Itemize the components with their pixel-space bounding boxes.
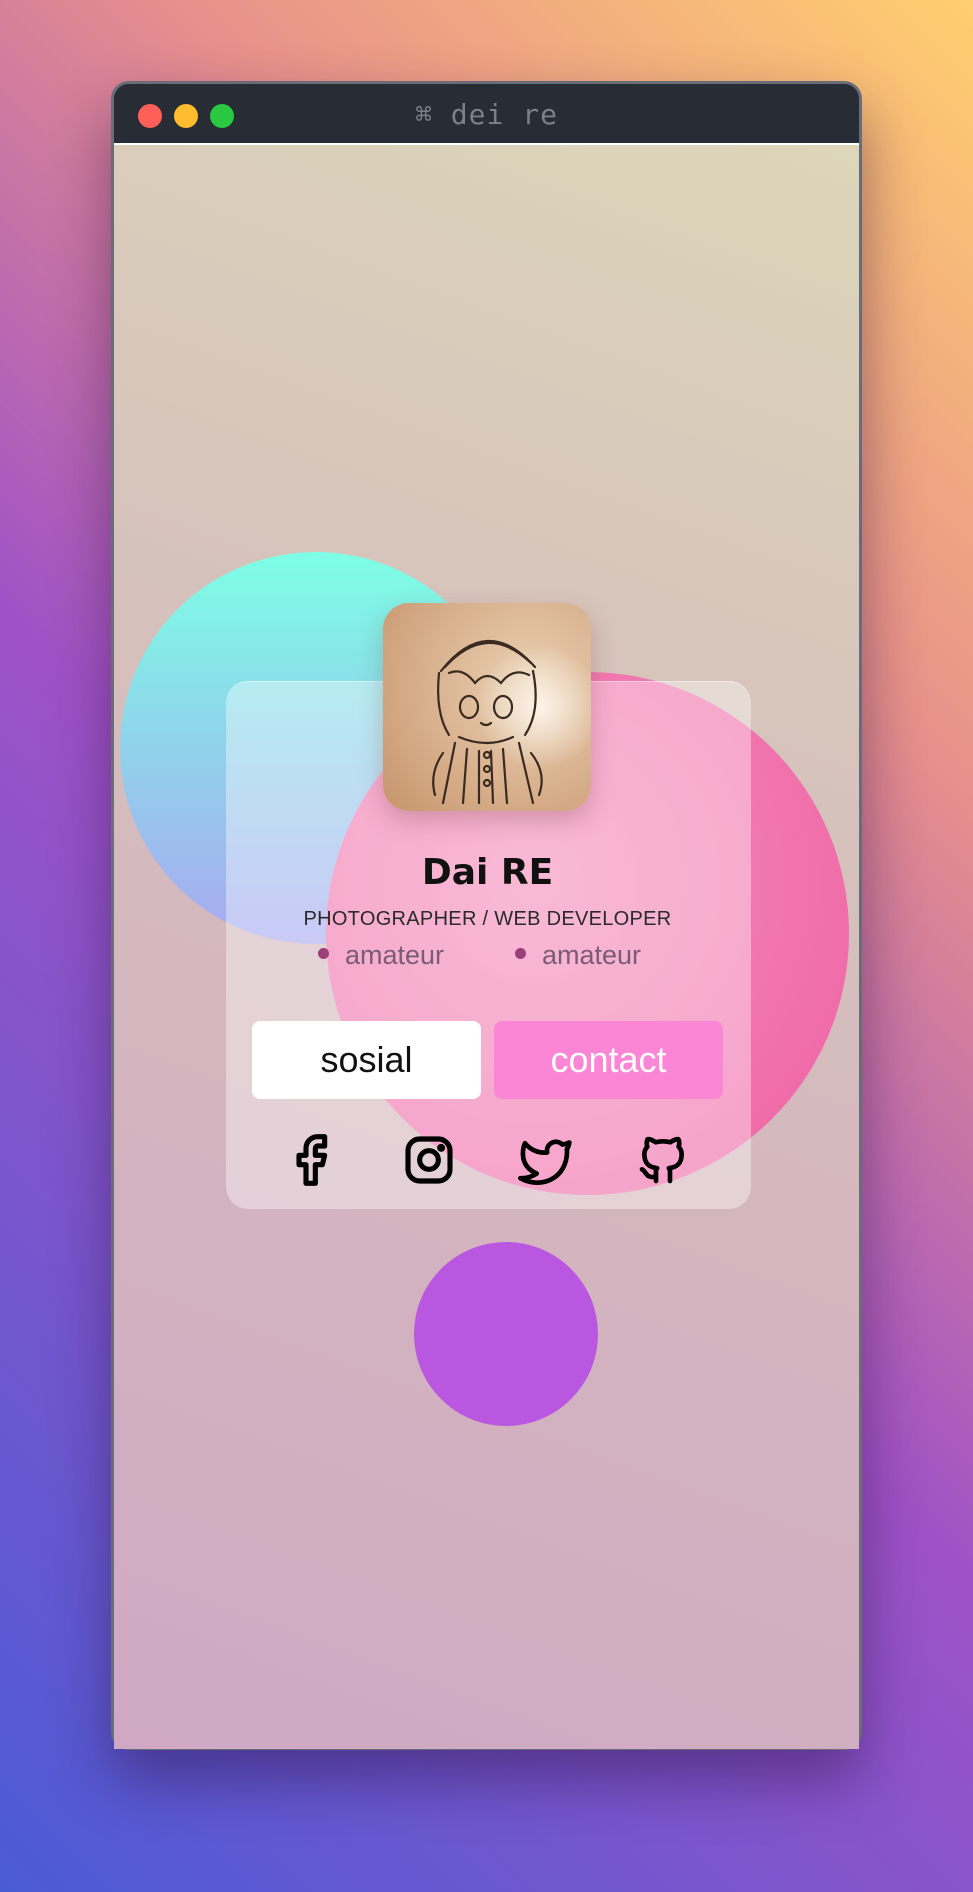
avatar-drawing-icon: [383, 603, 591, 811]
instagram-icon[interactable]: [401, 1132, 457, 1188]
bullet-icon: [318, 948, 329, 960]
decorative-circle-purple: [414, 1242, 598, 1426]
profile-role: PHOTOGRAPHER / WEB DEVELOPER: [303, 908, 672, 930]
window-title: ⌘ dei re: [415, 98, 558, 131]
tag-item: amateur: [318, 940, 444, 971]
profile-name: Dai RE: [421, 852, 554, 893]
tag-label: amateur: [542, 940, 642, 970]
tag-item: amateur: [515, 940, 641, 971]
avatar: [383, 603, 591, 811]
bullet-icon: [515, 948, 526, 960]
github-icon[interactable]: [635, 1132, 691, 1188]
twitter-icon[interactable]: [518, 1132, 574, 1188]
contact-button[interactable]: contact: [494, 1021, 723, 1099]
tag-label: amateur: [345, 940, 445, 970]
page-viewport: [114, 143, 859, 1749]
title-bar: ⌘ dei re: [114, 84, 859, 146]
facebook-icon[interactable]: [285, 1132, 341, 1188]
sosial-button[interactable]: sosial: [252, 1021, 481, 1099]
